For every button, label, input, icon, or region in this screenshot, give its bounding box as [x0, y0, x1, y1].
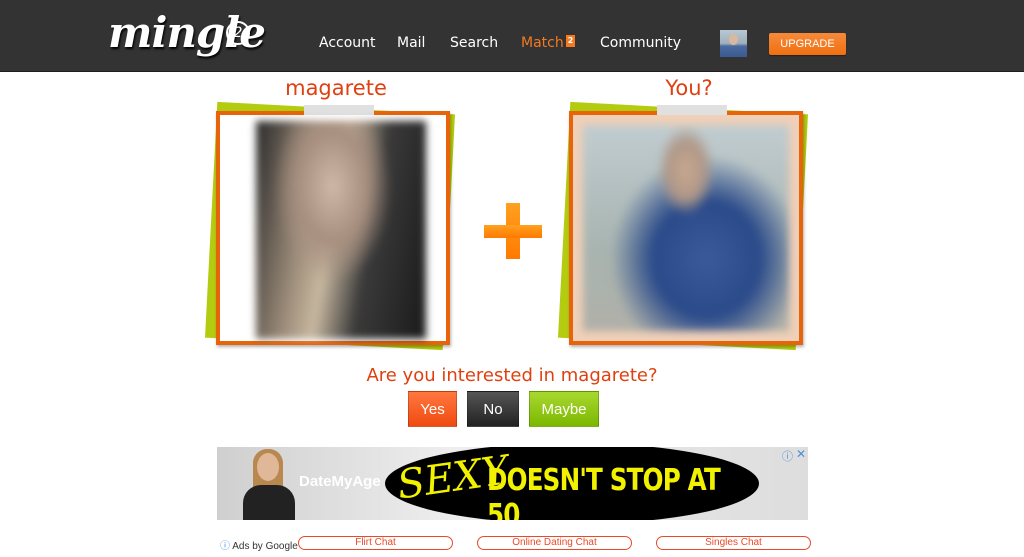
logo-speech-bubble-icon: 2 — [226, 21, 250, 45]
ad-person-face — [257, 453, 279, 481]
maybe-button[interactable]: Maybe — [529, 391, 599, 427]
ad-link-online-dating-chat[interactable]: Online Dating Chat — [477, 536, 632, 550]
nav-community[interactable]: Community — [600, 35, 681, 51]
profile-photo[interactable] — [256, 121, 426, 339]
info-icon: ⓘ — [220, 541, 230, 552]
your-photo-frame — [569, 105, 803, 345]
upgrade-button[interactable]: UPGRADE — [769, 33, 846, 55]
ad-info-icon[interactable]: ⓘ — [782, 448, 793, 464]
nav-match[interactable]: Match 2 — [521, 35, 576, 51]
plus-icon-bar — [484, 225, 542, 238]
nav-mail[interactable]: Mail — [397, 35, 425, 51]
ad-brand: DateMyAge — [299, 473, 381, 490]
ad-person-body — [243, 485, 295, 520]
ad-link-flirt-chat[interactable]: Flirt Chat — [298, 536, 453, 550]
ads-by-google[interactable]: ⓘ Ads by Google — [220, 537, 298, 552]
ad-headline: DOESN'T STOP AT 50 — [487, 463, 721, 520]
nav-search[interactable]: Search — [450, 35, 498, 51]
your-photo[interactable] — [583, 125, 789, 331]
your-name-label: You? — [665, 76, 713, 100]
ad-link-singles-chat[interactable]: Singles Chat — [656, 536, 811, 550]
user-avatar[interactable] — [720, 30, 747, 57]
nav-match-label: Match — [521, 35, 564, 51]
ads-by-label: Ads by Google — [232, 541, 298, 552]
photo-tape-decoration — [304, 105, 374, 115]
ad-close-icon[interactable]: ✕ — [796, 447, 806, 461]
profile-name: magarete — [285, 76, 387, 100]
match-count-badge: 2 — [565, 35, 576, 47]
nav-account[interactable]: Account — [319, 35, 376, 51]
ad-banner[interactable]: DateMyAge SEXY DOESN'T STOP AT 50 ⓘ ✕ — [217, 447, 808, 520]
no-button[interactable]: No — [467, 391, 519, 427]
ad-person-image — [239, 447, 299, 520]
photo-tape-decoration — [657, 105, 727, 115]
interest-question: Are you interested in magarete? — [366, 365, 658, 386]
profile-photo-card[interactable] — [204, 101, 456, 351]
your-photo-card[interactable] — [557, 101, 809, 351]
top-navigation-bar: mingle 2 Account Mail Search Match 2 Comm… — [0, 0, 1024, 72]
yes-button[interactable]: Yes — [408, 391, 457, 427]
profile-photo-frame — [216, 105, 450, 345]
